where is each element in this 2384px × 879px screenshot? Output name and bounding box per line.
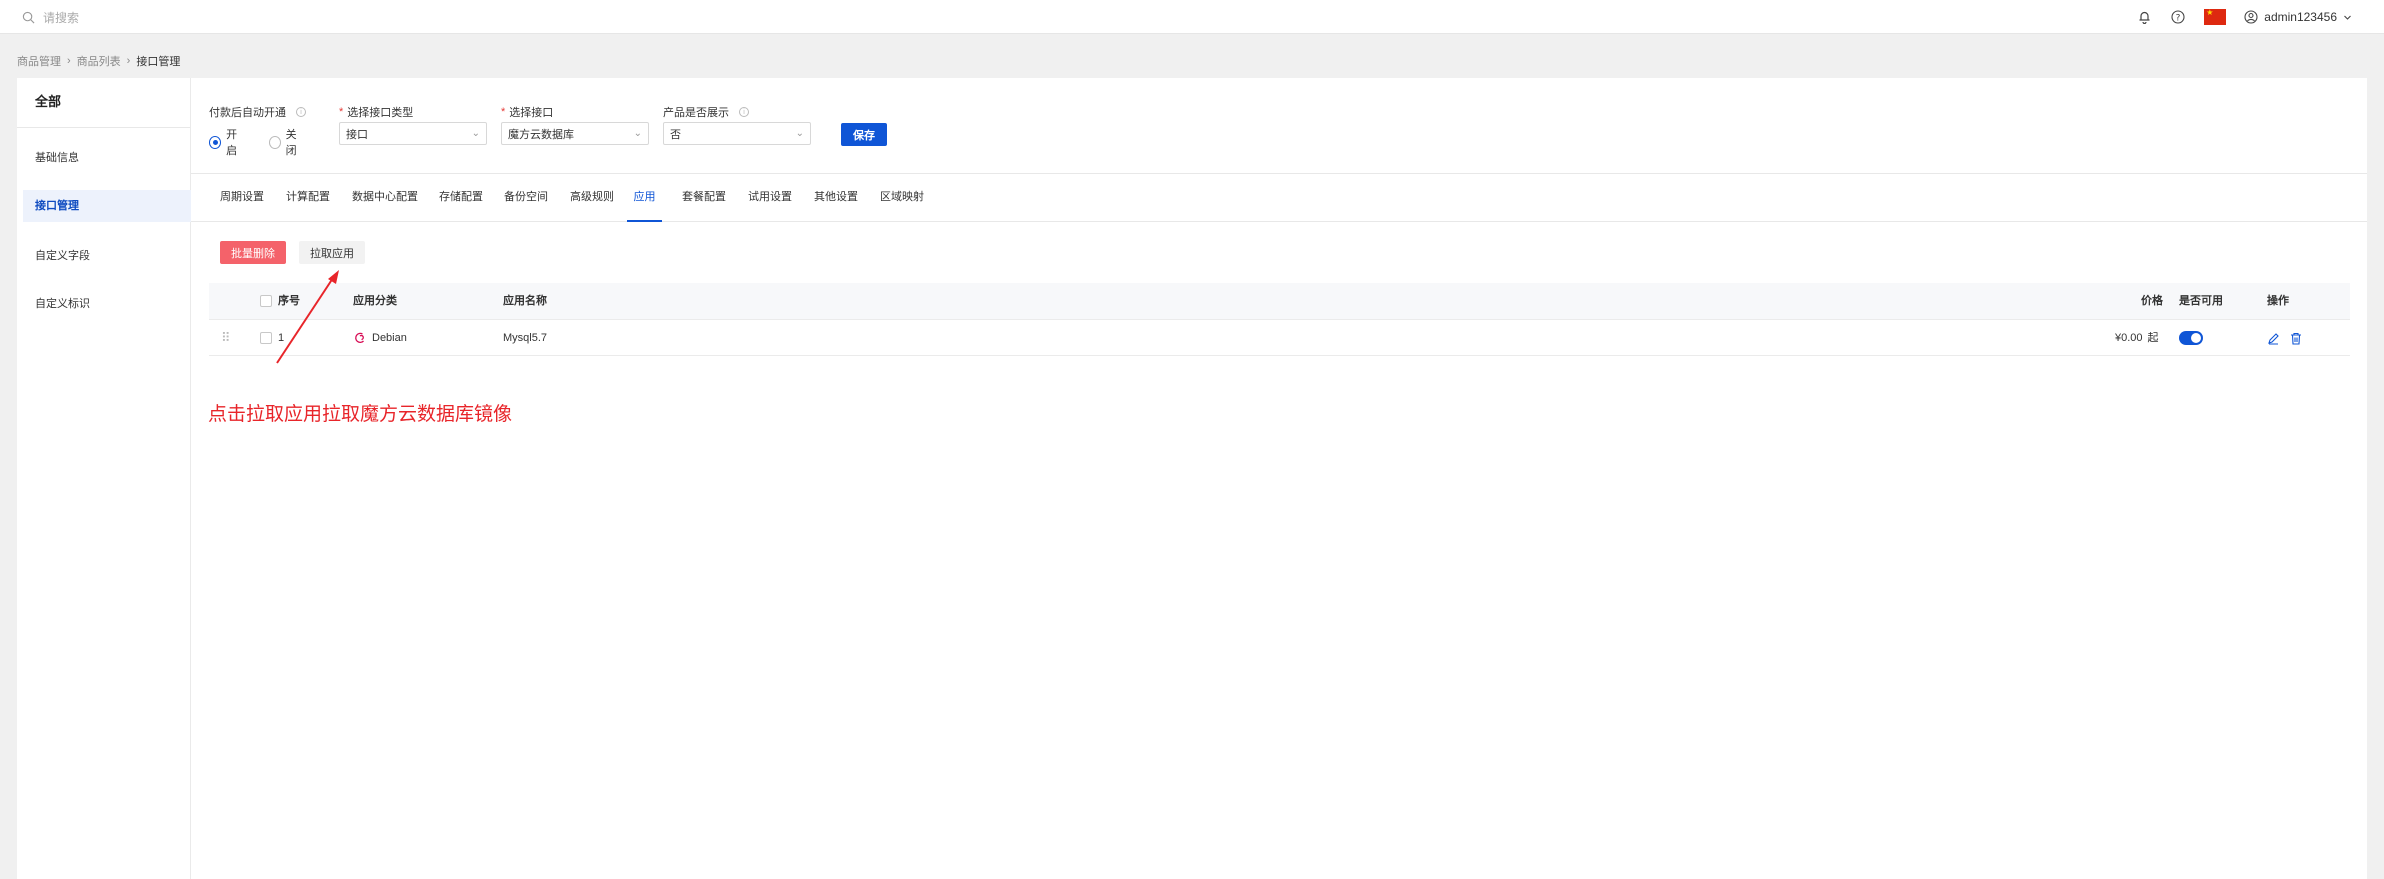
radio-on-label: 开启	[226, 129, 238, 157]
batch-delete-button[interactable]: 批量删除	[220, 241, 286, 264]
top-bar: 请搜索 ? admin123456	[0, 0, 2384, 34]
breadcrumb-item[interactable]: 商品管理	[17, 53, 61, 69]
info-icon: i	[296, 107, 306, 117]
col-ops: 操作	[2267, 295, 2289, 307]
chevron-down-icon	[2344, 15, 2351, 20]
interface-type-value: 接口	[346, 128, 368, 141]
info-icon: i	[739, 107, 749, 117]
tab-package[interactable]: 套餐配置	[682, 174, 726, 222]
row-price-value: ¥0.00	[2115, 332, 2143, 344]
drag-handle-icon[interactable]: ⠿	[221, 320, 231, 356]
breadcrumb-separator: ›	[67, 55, 71, 67]
debian-icon	[355, 332, 364, 344]
sidebar-item-basic-info[interactable]: 基础信息	[23, 142, 191, 174]
row-name: Mysql5.7	[503, 332, 548, 344]
top-right-tools: ? admin123456	[2136, 7, 2352, 27]
interface-label: 选择接口	[509, 107, 554, 119]
auto-open-label: 付款后自动开通	[209, 107, 286, 119]
radio-checked-icon	[209, 135, 222, 149]
row-price-suffix: 起	[2147, 332, 2159, 344]
row-price: ¥0.00 起	[2115, 320, 2159, 356]
help-icon[interactable]: ?	[2170, 9, 2186, 25]
sidebar-item-custom-tags[interactable]: 自定义标识	[23, 288, 191, 320]
tab-backup[interactable]: 备份空间	[504, 174, 548, 222]
main-panel: 付款后自动开通 i 开启 关闭 * 选择接口类型 接口 ⌄ * 选择接口 魔方云数据库 ⌄…	[191, 78, 2367, 879]
row-category: Debian	[353, 320, 407, 356]
breadcrumb-separator: ›	[126, 55, 131, 67]
sidebar-item-custom-fields[interactable]: 自定义字段	[23, 240, 191, 272]
chevron-down-icon: ⌄	[633, 128, 642, 139]
sidebar-header[interactable]: 全部	[17, 78, 190, 128]
search-icon	[22, 11, 35, 23]
username: admin123456	[2264, 10, 2337, 24]
tab-trial[interactable]: 试用设置	[748, 174, 792, 222]
col-name: 应用名称	[503, 295, 547, 307]
product-display-select[interactable]: 否 ⌄	[663, 122, 811, 145]
tab-compute[interactable]: 计算配置	[286, 174, 330, 222]
bell-icon[interactable]	[2136, 9, 2152, 25]
tab-storage[interactable]: 存储配置	[439, 174, 483, 222]
auto-open-group: 付款后自动开通 i 开启 关闭	[209, 105, 306, 158]
breadcrumb-current: 接口管理	[136, 56, 181, 68]
row-checkbox[interactable]	[260, 332, 272, 344]
interface-type-group: * 选择接口类型 接口 ⌄	[339, 105, 487, 145]
interface-select[interactable]: 魔方云数据库 ⌄	[501, 122, 649, 145]
radio-off[interactable]: 关闭	[268, 126, 307, 158]
chevron-down-icon: ⌄	[795, 128, 804, 139]
col-category: 应用分类	[353, 295, 397, 307]
tab-other[interactable]: 其他设置	[814, 174, 858, 222]
row-category-text: Debian	[372, 332, 407, 344]
radio-on[interactable]: 开启	[209, 126, 247, 158]
product-display-label: 产品是否展示	[663, 107, 729, 119]
search-placeholder: 请搜索	[43, 10, 80, 25]
save-button[interactable]: 保存	[841, 123, 887, 146]
edit-icon[interactable]	[2267, 332, 2280, 345]
interface-group: * 选择接口 魔方云数据库 ⌄	[501, 105, 649, 145]
global-search[interactable]: 请搜索	[22, 8, 79, 26]
interface-type-select[interactable]: 接口 ⌄	[339, 122, 487, 145]
col-enabled: 是否可用	[2179, 295, 2223, 307]
breadcrumb-item[interactable]: 商品列表	[77, 53, 121, 69]
tab-datacenter[interactable]: 数据中心配置	[352, 174, 418, 222]
china-flag-icon[interactable]	[2204, 8, 2227, 25]
user-menu[interactable]: admin123456	[2244, 10, 2352, 24]
annotation-text: 点击拉取应用拉取魔方云数据库镜像	[208, 403, 513, 425]
delete-icon[interactable]	[2290, 332, 2302, 345]
col-index: 序号	[278, 295, 300, 307]
chevron-down-icon: ⌄	[471, 128, 480, 139]
breadcrumb: 商品管理 › 商品列表 › 接口管理	[17, 53, 180, 69]
tab-advanced-rules[interactable]: 高级规则	[570, 174, 614, 222]
tab-apps[interactable]: 应用	[627, 174, 662, 222]
tab-cycle[interactable]: 周期设置	[220, 174, 264, 222]
table-header: 序号 应用分类 应用名称 价格 是否可用 操作	[209, 283, 2350, 320]
sidebar-item-interface[interactable]: 接口管理	[23, 190, 191, 222]
select-all-checkbox[interactable]	[260, 295, 272, 307]
table-row: ⠿ 1 Debian Mysql5.7 ¥0.00 起	[209, 320, 2350, 356]
product-display-value: 否	[670, 128, 681, 141]
interface-type-label: 选择接口类型	[347, 107, 414, 119]
tab-region-map[interactable]: 区域映射	[880, 174, 924, 222]
row-index: 1	[278, 332, 285, 344]
radio-off-label: 关闭	[285, 129, 297, 157]
enabled-toggle[interactable]	[2179, 331, 2203, 345]
sidebar: 全部 基础信息 接口管理 自定义字段 自定义标识	[17, 78, 191, 879]
config-tabs: 周期设置 计算配置 数据中心配置 存储配置 备份空间 高级规则 应用 套餐配置 …	[191, 174, 2367, 222]
col-price: 价格	[2141, 295, 2163, 307]
user-icon	[2244, 10, 2258, 24]
radio-unchecked-icon	[268, 135, 281, 149]
interface-value: 魔方云数据库	[508, 128, 574, 141]
product-display-group: 产品是否展示 i 否 ⌄	[663, 105, 811, 145]
pull-app-button[interactable]: 拉取应用	[299, 241, 365, 264]
svg-text:?: ?	[2176, 14, 2181, 24]
